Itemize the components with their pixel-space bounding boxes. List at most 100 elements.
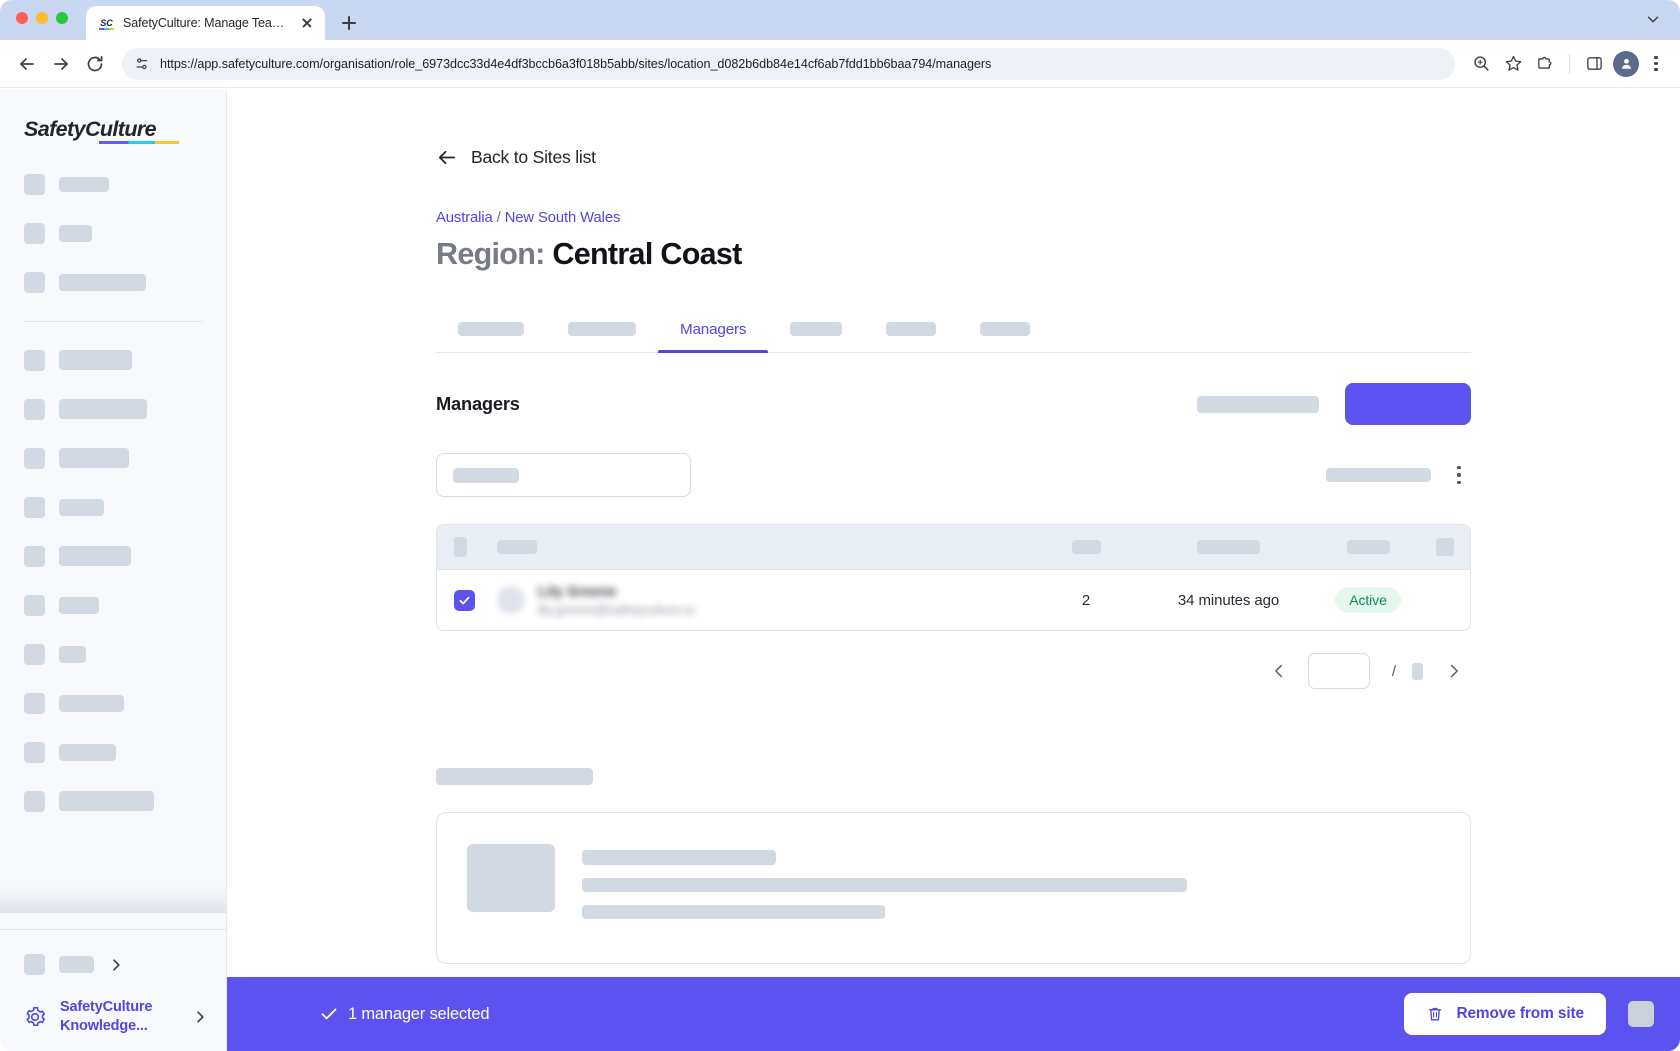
section-title: Managers xyxy=(436,393,520,414)
tab-managers-label: Managers xyxy=(680,320,747,338)
sidebar-item-label xyxy=(59,645,86,663)
column-header-count xyxy=(1031,540,1141,554)
new-tab-button[interactable] xyxy=(335,9,363,37)
row-email: lily.greene@safetyculture.io xyxy=(538,602,696,617)
extensions-puzzle-icon[interactable] xyxy=(1531,50,1559,78)
tab-skeleton-4[interactable] xyxy=(768,306,864,352)
sidebar-nav-main xyxy=(0,346,226,836)
tab-skeleton-1[interactable] xyxy=(436,306,546,352)
next-page-button[interactable] xyxy=(1437,654,1471,688)
table-row[interactable]: Lily Greene lily.greene@safetyculture.io… xyxy=(437,570,1470,630)
selection-action-bar: 1 manager selected Remove from site xyxy=(227,977,1680,1051)
info-panel-line xyxy=(582,850,776,865)
secondary-action-skeleton[interactable] xyxy=(1197,395,1319,413)
safetyculture-logo[interactable]: SafetyCulture xyxy=(24,117,179,144)
sidebar-account-label xyxy=(59,956,94,974)
sidebar-item-icon xyxy=(24,692,45,714)
star-icon[interactable] xyxy=(1499,50,1527,78)
managers-toolbar xyxy=(436,453,1471,497)
row-select-cell xyxy=(454,589,497,611)
remove-from-site-button[interactable]: Remove from site xyxy=(1404,993,1606,1035)
table-action-link-skeleton[interactable] xyxy=(1326,468,1431,482)
header-skeleton xyxy=(1197,540,1260,554)
tab-skeleton-6[interactable] xyxy=(958,306,1052,352)
back-to-sites-label: Back to Sites list xyxy=(471,147,596,167)
sidebar-item-label xyxy=(59,448,129,468)
reload-icon[interactable] xyxy=(80,49,110,79)
close-window-button[interactable] xyxy=(16,12,28,24)
managers-section-header: Managers xyxy=(436,383,1471,425)
sidebar-item-skeleton[interactable] xyxy=(24,640,226,668)
row-last-active-cell: 34 minutes ago xyxy=(1177,591,1280,609)
column-header-name xyxy=(497,540,1031,554)
browser-tab[interactable]: SC SafetyCulture: Manage Teams and... xyxy=(86,6,325,40)
back-to-sites-link[interactable]: Back to Sites list xyxy=(436,147,1471,168)
search-input[interactable] xyxy=(436,453,691,497)
sidebar-item-skeleton[interactable] xyxy=(24,493,226,521)
sidebar-item-skeleton[interactable] xyxy=(24,346,226,374)
side-panel-icon[interactable] xyxy=(1580,50,1608,78)
profile-avatar-icon[interactable] xyxy=(1612,50,1640,78)
sidebar-item-skeleton[interactable] xyxy=(24,170,226,198)
sidebar-item-skeleton[interactable] xyxy=(24,444,226,472)
tab-skeleton-5[interactable] xyxy=(864,306,958,352)
table-overflow-menu-icon[interactable] xyxy=(1447,460,1471,490)
trash-icon xyxy=(1429,1007,1442,1021)
sidebar-item-skeleton[interactable] xyxy=(24,689,226,717)
sidebar-item-label xyxy=(59,350,132,370)
column-header-select xyxy=(454,537,497,557)
sidebar-item-skeleton[interactable] xyxy=(24,787,226,815)
browser-tab-strip: SC SafetyCulture: Manage Teams and... xyxy=(0,0,1680,40)
chevron-right-icon[interactable] xyxy=(108,957,124,973)
page-number-input[interactable] xyxy=(1307,653,1370,689)
check-icon xyxy=(321,1008,337,1020)
chevron-left-icon xyxy=(1274,664,1282,678)
page-settings-icon[interactable] xyxy=(134,56,150,72)
sidebar-item-icon xyxy=(24,398,45,420)
sidebar-item-skeleton[interactable] xyxy=(24,395,226,423)
close-tab-icon[interactable] xyxy=(299,15,315,31)
sidebar-knowledge-label: SafetyCulture Knowledge... xyxy=(60,998,153,1035)
managers-table: Lily Greene lily.greene@safetyculture.io… xyxy=(436,524,1471,631)
info-panel-row xyxy=(467,844,1440,932)
minimize-window-button[interactable] xyxy=(36,12,48,24)
browser-toolbar: https://app.safetyculture.com/organisati… xyxy=(0,40,1680,88)
previous-page-button[interactable] xyxy=(1262,654,1296,688)
action-bar-extra-skeleton[interactable] xyxy=(1628,1001,1654,1027)
content-container: Back to Sites list Australia / New South W… xyxy=(436,89,1471,964)
tab-label-skeleton xyxy=(790,322,843,336)
back-arrow-icon[interactable] xyxy=(12,49,42,79)
sidebar-item-label xyxy=(59,546,131,566)
selection-status-label: 1 manager selected xyxy=(348,1004,490,1023)
row-checkbox[interactable] xyxy=(454,589,475,611)
sidebar-item-skeleton[interactable] xyxy=(24,591,226,619)
tab-label-skeleton xyxy=(980,322,1031,336)
sidebar-item-skeleton[interactable] xyxy=(24,268,226,296)
tab-managers[interactable]: Managers xyxy=(658,306,769,353)
add-manager-button[interactable] xyxy=(1345,383,1471,425)
back-arrow-icon xyxy=(438,150,455,165)
search-placeholder-skeleton xyxy=(453,467,519,483)
sidebar-item-label xyxy=(59,498,104,516)
zoom-in-icon[interactable] xyxy=(1467,50,1495,78)
sidebar-item-knowledge[interactable]: SafetyCulture Knowledge... xyxy=(0,998,226,1037)
breadcrumb-item-australia[interactable]: Australia xyxy=(436,210,493,226)
forward-arrow-icon[interactable] xyxy=(46,49,76,79)
three-dot-menu-icon[interactable] xyxy=(1644,52,1668,76)
sidebar-item-skeleton[interactable] xyxy=(24,738,226,766)
header-skeleton xyxy=(1346,540,1390,554)
sidebar-account-item[interactable] xyxy=(0,948,226,982)
page-title-value: Central Coast xyxy=(552,237,742,271)
sidebar-account-icon xyxy=(24,954,45,976)
tab-skeleton-2[interactable] xyxy=(546,306,658,352)
sidebar-item-skeleton[interactable] xyxy=(24,542,226,570)
chevron-down-icon[interactable] xyxy=(1644,10,1662,28)
main-content: Back to Sites list Australia / New South W… xyxy=(227,89,1680,1051)
sidebar-item-skeleton[interactable] xyxy=(24,219,226,247)
sidebar-nav-top xyxy=(0,170,226,317)
maximize-window-button[interactable] xyxy=(56,12,68,24)
breadcrumb-item-new-south-wales[interactable]: New South Wales xyxy=(505,210,621,226)
sidebar-item-label xyxy=(59,273,146,291)
chevron-right-icon[interactable] xyxy=(192,1009,208,1025)
address-bar[interactable]: https://app.safetyculture.com/organisati… xyxy=(122,47,1455,80)
